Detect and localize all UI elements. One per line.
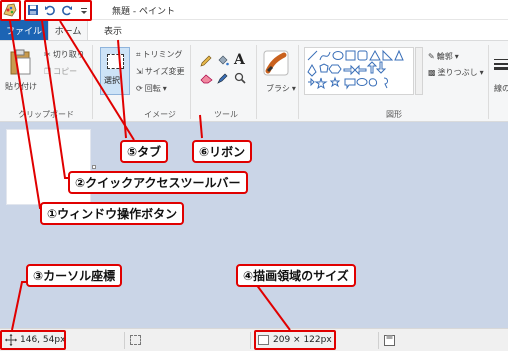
- annotation-quick-access: ②クイックアクセスツールバー: [68, 171, 248, 194]
- annotation-cursor-coord: ③カーソル座標: [26, 264, 123, 287]
- annotation-window-buttons: ①ウィンドウ操作ボタン: [40, 202, 185, 225]
- annotation-ribbon: ⑥リボン: [192, 140, 253, 163]
- annotation-tab: ⑤タブ: [120, 140, 169, 163]
- annotation-canvas-size: ④描画領域のサイズ: [236, 264, 356, 287]
